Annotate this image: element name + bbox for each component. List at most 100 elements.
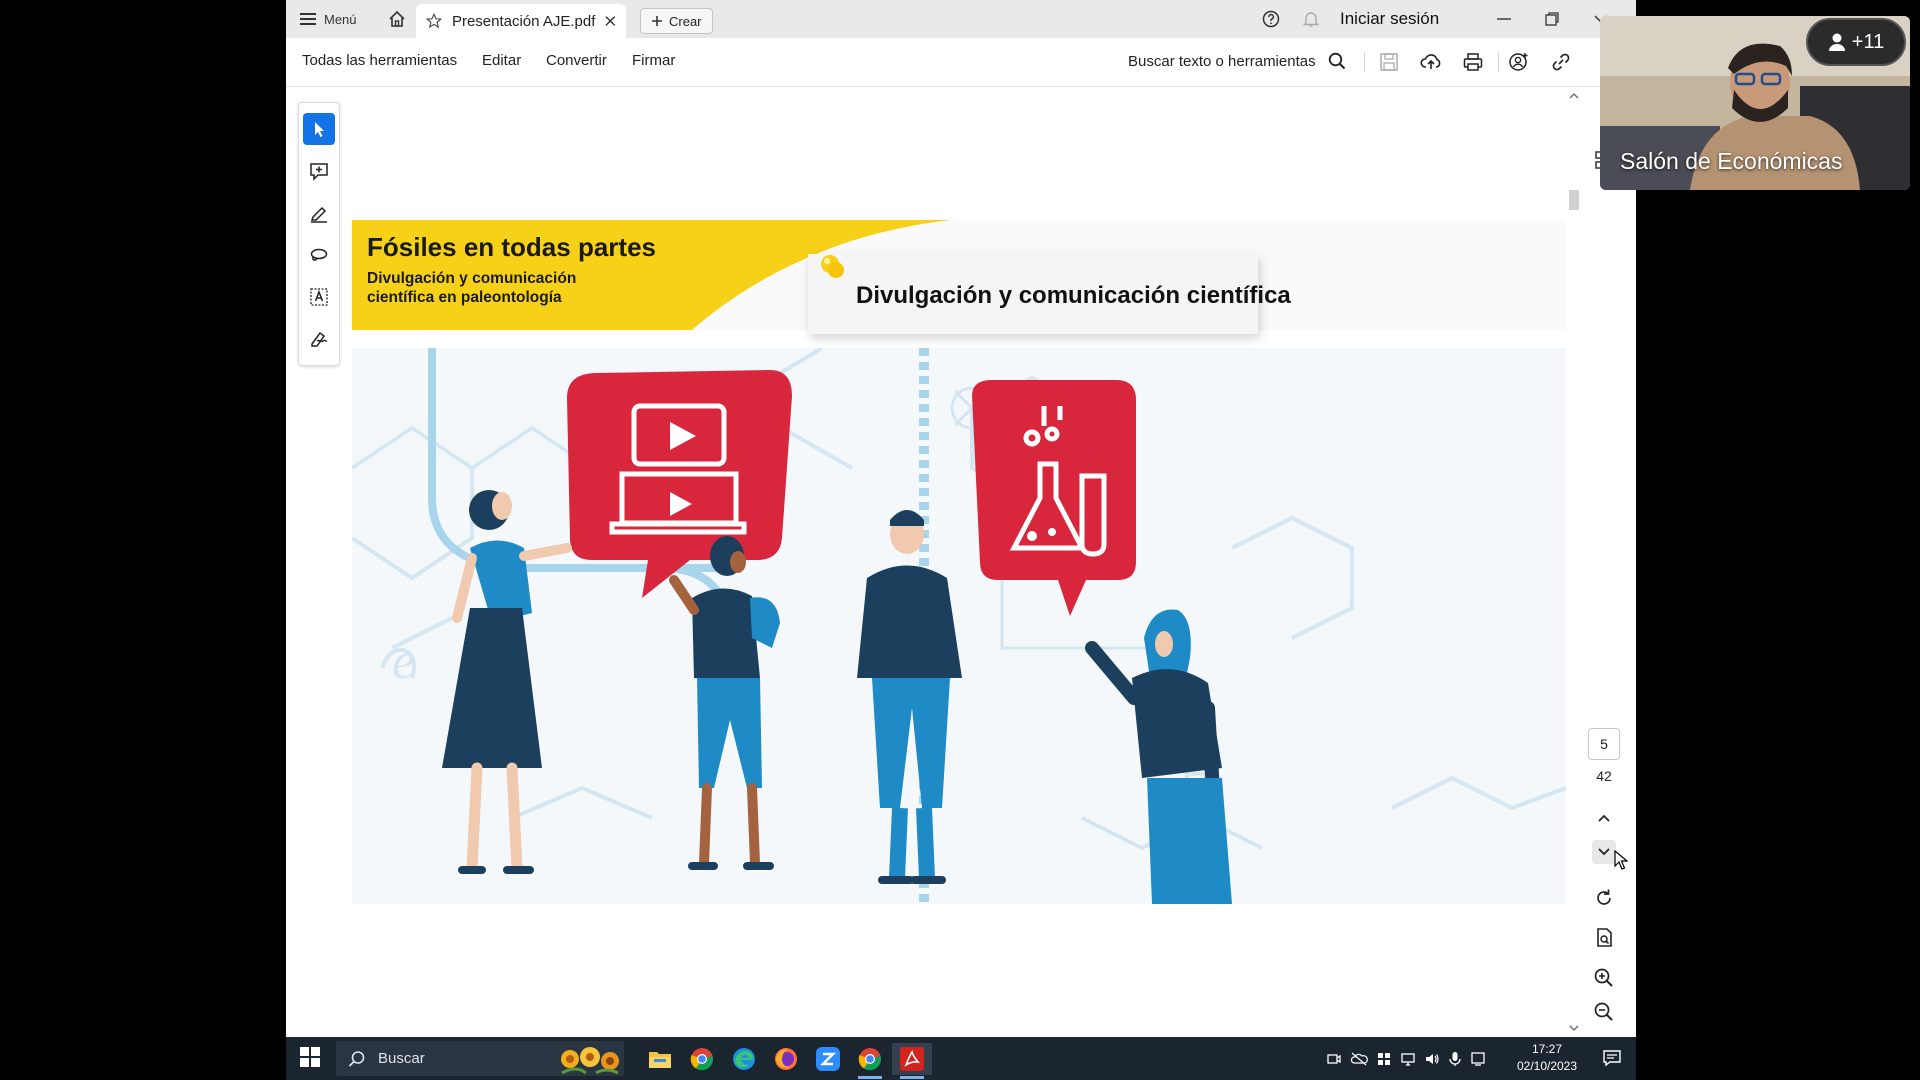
scrollbar-thumb[interactable] (1569, 190, 1579, 210)
svg-text:e: e (392, 633, 415, 690)
network-icon[interactable] (1400, 1051, 1416, 1067)
taskbar-clock[interactable]: 17:27 02/10/2023 (1512, 1041, 1582, 1075)
scroll-up-icon[interactable] (1569, 92, 1579, 100)
upload-cloud-icon[interactable] (1420, 51, 1442, 73)
page-number-input[interactable]: 5 (1588, 728, 1620, 760)
page-search-icon[interactable] (1592, 926, 1616, 950)
select-tool-icon (315, 122, 324, 137)
acrobat-window: Menú Presentación AJE.pdf Crear Iniciar … (286, 0, 1636, 1037)
flowers-icon (561, 1047, 619, 1075)
create-label: Crear (669, 13, 702, 29)
notification-center-icon[interactable] (1602, 1048, 1622, 1068)
chrome-icon (858, 1048, 882, 1071)
webcam-room-label: Salón de Económicas (1620, 148, 1843, 174)
menu-all-tools[interactable]: Todas las herramientas (302, 52, 457, 69)
create-button[interactable]: Crear (640, 8, 713, 34)
taskbar-chrome[interactable] (682, 1043, 722, 1075)
share-user-icon[interactable] (1508, 51, 1530, 73)
save-icon[interactable] (1378, 51, 1400, 73)
vertical-scrollbar[interactable] (1566, 86, 1580, 1037)
plus-icon (652, 16, 662, 26)
slide-subtitle: Divulgación y comunicación científica en… (367, 270, 577, 306)
minimize-button[interactable] (1496, 0, 1512, 38)
zoom-in-icon[interactable] (1592, 966, 1616, 990)
search-tools-label: Buscar texto o herramientas (1128, 52, 1316, 70)
windows-start-icon[interactable] (300, 1047, 320, 1067)
participants-count: +11 (1851, 30, 1885, 53)
star-icon[interactable] (426, 12, 442, 30)
participants-badge[interactable]: +11 (1806, 18, 1906, 66)
page-total: 42 (1596, 768, 1612, 784)
menu-button[interactable]: Menú (300, 0, 357, 38)
meet-now-icon[interactable] (1326, 1051, 1342, 1067)
taskbar-acrobat[interactable] (892, 1043, 932, 1079)
search-icon (348, 1050, 365, 1067)
text-box-button[interactable] (303, 281, 335, 313)
windows-taskbar: Buscar 17:27 02/10/2023 (286, 1037, 1636, 1080)
fill-sign-icon (311, 331, 328, 347)
pdf-page: Fósiles en todas partes Divulgación y co… (352, 220, 1566, 904)
onedrive-icon[interactable] (1350, 1051, 1368, 1067)
lasso-draw-icon (310, 248, 328, 261)
highlight-pen-icon (310, 206, 327, 223)
topic-card: Divulgación y comunicación científica (808, 254, 1291, 334)
volume-icon[interactable] (1424, 1051, 1440, 1067)
tab-bar: Menú Presentación AJE.pdf Crear Iniciar … (286, 0, 1636, 38)
taskbar-edge[interactable] (724, 1043, 764, 1075)
microphone-icon[interactable] (1448, 1051, 1462, 1067)
bell-icon (1302, 12, 1320, 27)
notifications-button[interactable] (1302, 0, 1320, 38)
chrome-icon (690, 1048, 714, 1071)
zoom-out-icon[interactable] (1592, 1000, 1616, 1024)
taskbar-zoom[interactable] (808, 1043, 848, 1075)
select-tool-button[interactable] (303, 113, 335, 145)
taskbar-firefox[interactable] (766, 1043, 806, 1075)
main-toolbar: Todas las herramientas Editar Convertir … (286, 38, 1636, 87)
link-icon[interactable] (1550, 51, 1572, 73)
taskbar-file-explorer[interactable] (640, 1043, 680, 1075)
menu-convert[interactable]: Convertir (546, 52, 607, 69)
zoom-icon (816, 1047, 840, 1071)
tab-document[interactable]: Presentación AJE.pdf (416, 4, 626, 38)
divider (1364, 52, 1365, 72)
menu-edit[interactable]: Editar (482, 52, 521, 69)
scroll-down-icon[interactable] (1569, 1024, 1579, 1032)
science-communication-illustration: e H N (352, 348, 1566, 904)
taskbar-search-placeholder: Buscar (378, 1050, 425, 1067)
highlight-button[interactable] (303, 197, 335, 229)
taskbar-chrome-2[interactable] (850, 1043, 890, 1079)
rotate-icon[interactable] (1592, 886, 1616, 910)
divider (1498, 52, 1499, 72)
topic-title: Divulgación y comunicación científica (856, 282, 1291, 309)
file-explorer-icon (649, 1052, 671, 1068)
next-page-icon[interactable] (1592, 840, 1616, 864)
text-box-icon (310, 288, 328, 306)
display-icon[interactable] (1470, 1051, 1486, 1067)
home-icon (389, 10, 405, 27)
add-comment-button[interactable] (303, 155, 335, 187)
edge-icon (733, 1048, 755, 1070)
right-navigation-bar: 5 42 (1580, 86, 1636, 1037)
draw-button[interactable] (303, 239, 335, 271)
previous-page-icon[interactable] (1592, 806, 1616, 830)
minimize-icon (1497, 18, 1511, 20)
tab-title: Presentación AJE.pdf (451, 12, 596, 30)
help-button[interactable] (1262, 0, 1280, 38)
security-icon[interactable] (1376, 1051, 1392, 1067)
fill-sign-button[interactable] (303, 323, 335, 355)
hamburger-icon (300, 13, 316, 25)
acrobat-icon (900, 1047, 924, 1071)
close-tab-icon[interactable] (605, 15, 616, 27)
clock-date: 02/10/2023 (1516, 1059, 1578, 1073)
home-button[interactable] (382, 0, 412, 38)
menu-sign[interactable]: Firmar (632, 52, 675, 69)
tool-palette (298, 102, 340, 366)
restore-button[interactable] (1544, 0, 1560, 38)
help-icon (1262, 10, 1280, 28)
firefox-icon (775, 1048, 797, 1070)
menu-label: Menú (324, 11, 357, 27)
print-icon[interactable] (1462, 51, 1484, 73)
taskbar-search[interactable]: Buscar (336, 1041, 624, 1076)
search-tools-button[interactable]: Buscar texto o herramientas (1128, 52, 1346, 70)
signin-button[interactable]: Iniciar sesión (1340, 0, 1439, 38)
